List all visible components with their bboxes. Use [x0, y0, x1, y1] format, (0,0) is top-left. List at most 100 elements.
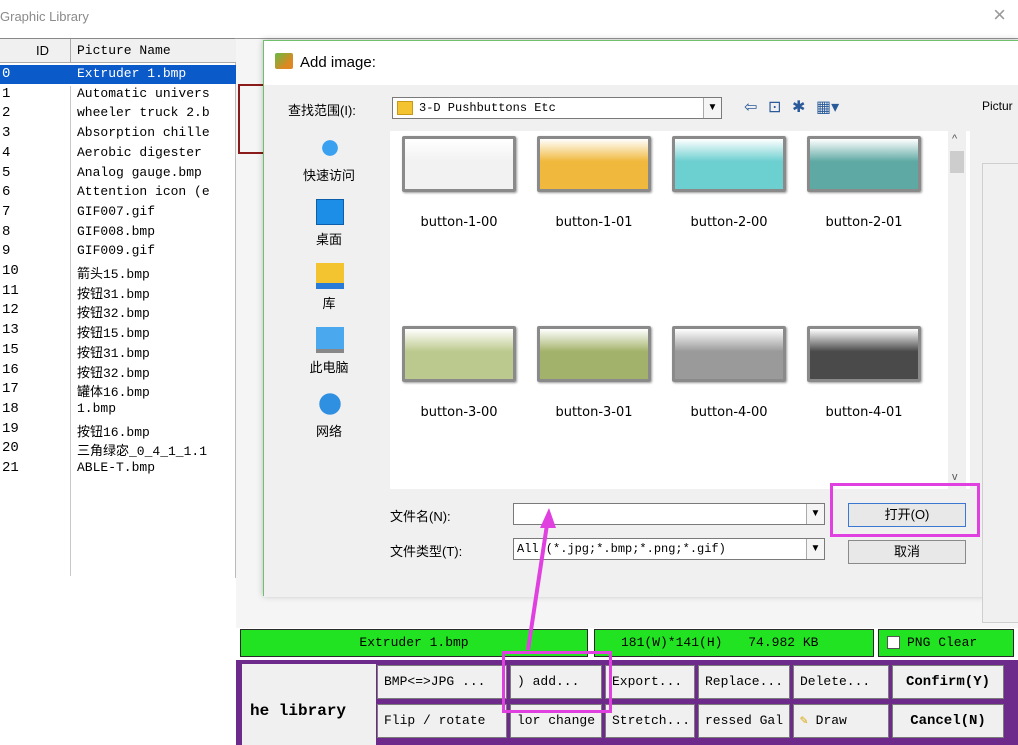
picture-preview-label: Pictur: [982, 99, 1013, 113]
list-item-name: ABLE-T.bmp: [77, 460, 156, 475]
scroll-thumb[interactable]: [950, 151, 964, 173]
list-item[interactable]: 0 Extruder 1.bmp: [0, 65, 236, 84]
file-thumbnail[interactable]: [672, 326, 786, 382]
file-thumbnail[interactable]: [402, 326, 516, 382]
file-label[interactable]: button-1-01: [529, 215, 659, 230]
close-icon[interactable]: ×: [993, 4, 1006, 26]
list-item-name: Automatic univers: [77, 85, 210, 101]
list-item-name: Attention icon (e: [77, 184, 210, 200]
delete-button[interactable]: Delete...: [793, 665, 889, 699]
column-header-name[interactable]: Picture Name: [77, 43, 171, 58]
desktop-icon: [316, 199, 344, 225]
place-this-pc[interactable]: 此电脑: [274, 323, 384, 385]
list-item[interactable]: 15 按钮31.bmp: [0, 341, 236, 361]
place-desktop[interactable]: 桌面: [274, 195, 384, 257]
chevron-down-icon[interactable]: ▼: [703, 98, 721, 118]
column-header-id[interactable]: ID: [36, 43, 49, 58]
file-thumbnail[interactable]: [672, 136, 786, 192]
scroll-down-icon[interactable]: v: [952, 471, 958, 483]
checkbox-box[interactable]: [887, 636, 900, 649]
back-icon[interactable]: ⇦: [744, 97, 757, 117]
list-item[interactable]: 4 Aerobic digester: [0, 144, 236, 163]
place-label: 快速访问: [302, 168, 355, 183]
place-label: 桌面: [315, 232, 342, 247]
filetype-dropdown-icon[interactable]: ▼: [806, 539, 824, 559]
list-item[interactable]: 1 Automatic univers: [0, 85, 236, 104]
file-label[interactable]: button-2-00: [664, 215, 794, 230]
list-item-id: 18: [2, 400, 19, 417]
place-network[interactable]: 网络: [274, 387, 384, 449]
list-item[interactable]: 16 按钮32.bmp: [0, 361, 236, 381]
look-in-value: 3-D Pushbuttons Etc: [419, 101, 556, 115]
place-quick-access[interactable]: 快速访问: [274, 131, 384, 193]
look-in-select[interactable]: 3-D Pushbuttons Etc ▼: [392, 97, 722, 119]
list-item-name: Extruder 1.bmp: [77, 66, 187, 81]
place-label: 库: [322, 296, 336, 311]
dialog-titlebar: Add image:: [264, 41, 1018, 85]
stretch-button[interactable]: Stretch...: [605, 704, 695, 738]
list-item[interactable]: 5 Analog gauge.bmp: [0, 164, 236, 183]
bmp-jpg-button[interactable]: BMP<=>JPG ...: [377, 665, 507, 699]
list-item[interactable]: 13 按钮15.bmp: [0, 321, 236, 341]
list-item[interactable]: 8 GIF008.bmp: [0, 223, 236, 242]
filename-dropdown-icon[interactable]: ▼: [806, 504, 824, 524]
dialog-title: Add image:: [300, 54, 376, 71]
library-toolbar: he library BMP<=>JPG ... ) add... Export…: [236, 660, 1018, 745]
confirm-button[interactable]: Confirm(Y): [892, 665, 1004, 699]
file-thumbnail[interactable]: [537, 136, 651, 192]
file-label[interactable]: button-4-01: [799, 405, 929, 420]
file-view-scrollbar[interactable]: ^ v: [948, 131, 966, 489]
list-item[interactable]: 21 ABLE-T.bmp: [0, 459, 236, 478]
places-bar: 快速访问桌面库此电脑网络: [274, 131, 384, 481]
file-thumbnail[interactable]: [807, 136, 921, 192]
list-item-id: 6: [2, 184, 11, 201]
filename-label: 文件名(N):: [390, 509, 451, 524]
list-item[interactable]: 20 三角绿宓_0_4_1_1.1: [0, 439, 236, 459]
list-item-id: 17: [2, 381, 19, 398]
network-icon: [316, 391, 344, 417]
list-item-name: 按钮32.bmp: [77, 365, 150, 381]
file-label[interactable]: button-3-00: [394, 405, 524, 420]
new-folder-icon[interactable]: ✱: [792, 97, 805, 117]
file-label[interactable]: button-3-01: [529, 405, 659, 420]
flip-rotate-button[interactable]: Flip / rotate: [377, 704, 507, 738]
compressed-gallery-button[interactable]: ressed Gal: [698, 704, 790, 738]
list-item[interactable]: 17 罐体16.bmp: [0, 380, 236, 400]
file-label[interactable]: button-4-00: [664, 405, 794, 420]
file-thumbnail[interactable]: [402, 136, 516, 192]
list-item[interactable]: 6 Attention icon (e: [0, 183, 236, 202]
window-titlebar: Graphic Library ×: [0, 0, 1018, 34]
list-item[interactable]: 11 按钮31.bmp: [0, 282, 236, 302]
up-folder-icon[interactable]: ⊡: [768, 97, 781, 117]
png-clear-checkbox[interactable]: PNG Clear: [878, 629, 1014, 657]
library-icon: [316, 263, 344, 289]
cancel-button[interactable]: Cancel(N): [892, 704, 1004, 738]
navigation-toolbar: ⇦ ⊡ ✱ ▦▾: [744, 97, 864, 119]
file-thumbnail[interactable]: [807, 326, 921, 382]
list-item-name: 按钮16.bmp: [77, 424, 150, 440]
file-view[interactable]: button-1-00 button-1-01 button-2-00 button-…: [390, 131, 970, 489]
list-item[interactable]: 7 GIF007.gif: [0, 203, 236, 222]
list-item[interactable]: 19 按钮16.bmp: [0, 420, 236, 440]
list-item[interactable]: 12 按钮32.bmp: [0, 301, 236, 321]
file-label[interactable]: button-2-01: [799, 215, 929, 230]
replace-button[interactable]: Replace...: [698, 665, 790, 699]
list-item[interactable]: 9 GIF009.gif: [0, 242, 236, 261]
place-label: 此电脑: [309, 360, 349, 375]
quick-access-icon: [316, 135, 344, 161]
draw-button[interactable]: ✎ Draw: [793, 704, 889, 738]
file-label[interactable]: button-1-00: [394, 215, 524, 230]
view-menu-icon[interactable]: ▦▾: [816, 97, 839, 117]
folder-icon: [397, 101, 413, 115]
place-library[interactable]: 库: [274, 259, 384, 321]
file-thumbnail[interactable]: [537, 326, 651, 382]
list-item[interactable]: 3 Absorption chille: [0, 124, 236, 143]
list-item-name: GIF008.bmp: [77, 223, 156, 239]
export-button[interactable]: Export...: [605, 665, 695, 699]
picture-list[interactable]: ID Picture Name 0 Extruder 1.bmp 1 Automati…: [0, 38, 236, 578]
cancel-dialog-button[interactable]: 取消: [848, 540, 966, 564]
scroll-up-icon[interactable]: ^: [952, 133, 957, 145]
list-item[interactable]: 2 wheeler truck 2.b: [0, 104, 236, 123]
list-item[interactable]: 18 1.bmp: [0, 400, 236, 419]
list-item[interactable]: 10 箭头15.bmp: [0, 262, 236, 282]
